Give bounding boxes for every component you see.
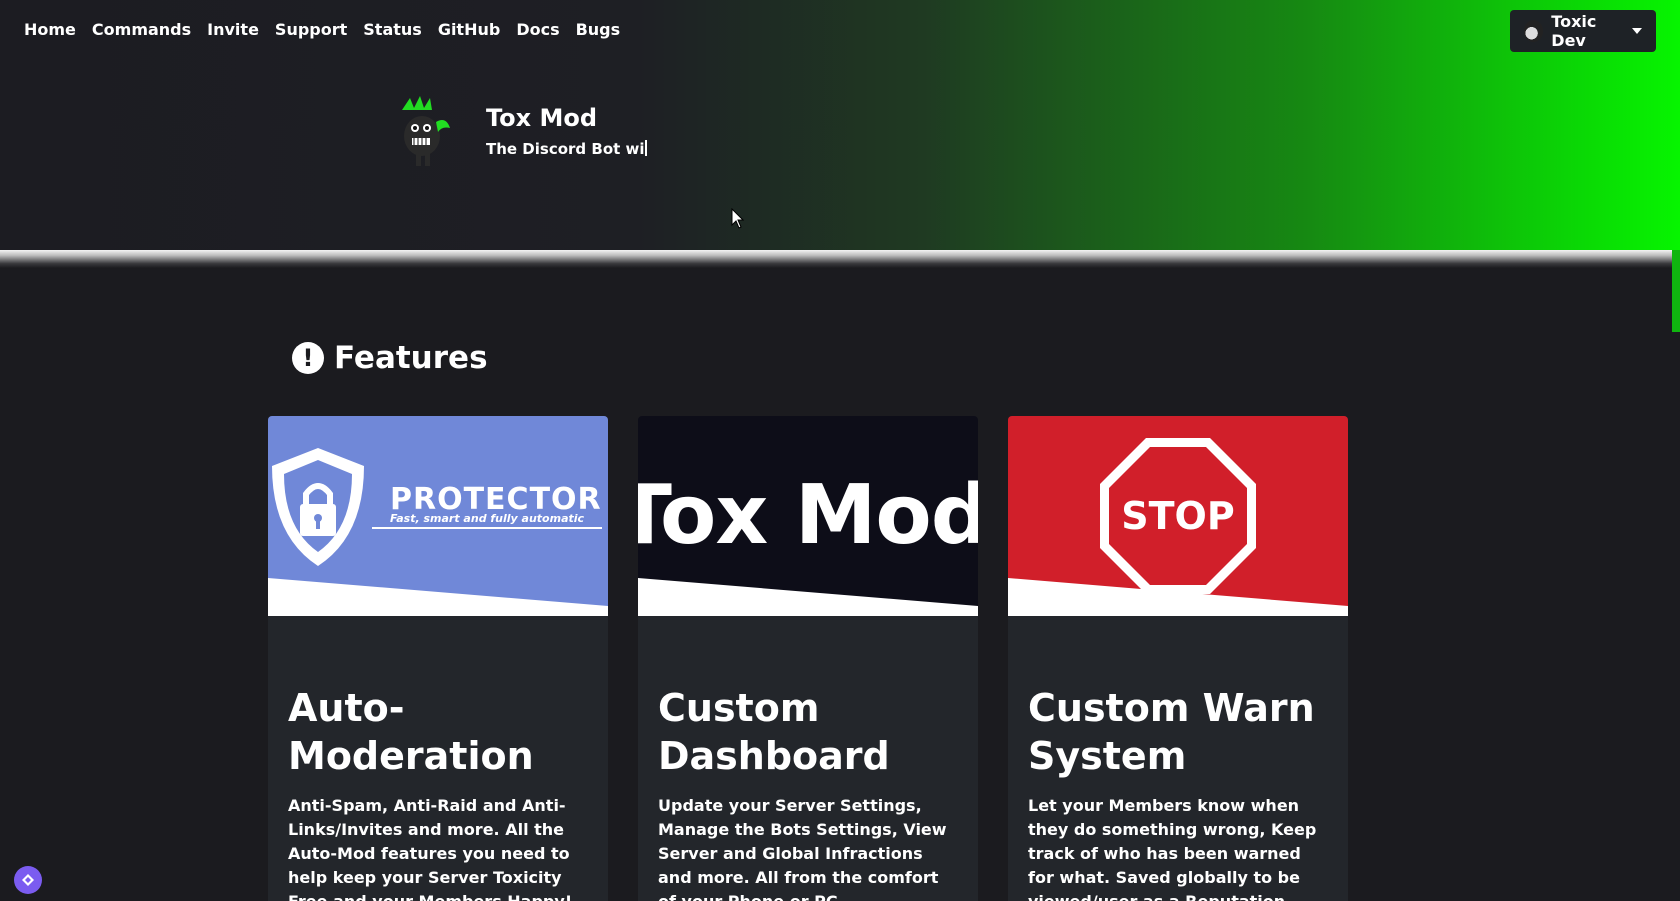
nav-invite[interactable]: Invite (207, 20, 259, 39)
stop-banner: STOP (1008, 416, 1348, 616)
features-title: Features (334, 340, 488, 376)
card-title: Custom Warn System (1028, 686, 1315, 778)
floating-action-button[interactable] (14, 866, 42, 894)
nav-github[interactable]: GitHub (438, 20, 501, 39)
typing-cursor (644, 140, 647, 156)
card-text: Let your Members know when they do somet… (1028, 796, 1317, 901)
bot-tagline: The Discord Bot wi (486, 140, 647, 158)
scrollbar-thumb[interactable] (1672, 250, 1680, 332)
hero-divider (0, 250, 1672, 268)
card-text: Anti-Spam, Anti-Raid and Anti-Links/Invi… (288, 796, 572, 901)
features-heading: ! Features (292, 340, 488, 376)
protector-banner: PROTECTOR Fast, smart and fully automati… (268, 416, 608, 616)
top-nav: Home Commands Invite Support Status GitH… (24, 20, 620, 39)
bot-header: Tox Mod The Discord Bot wi (392, 92, 647, 170)
stop-text: STOP (1121, 494, 1235, 538)
toxmod-image-title: Tox Mod (638, 468, 978, 563)
feature-card-warn: STOP Custom Warn System Let your Members… (1008, 416, 1348, 901)
protector-subtitle: Fast, smart and fully automatic (390, 512, 585, 525)
user-menu-button[interactable]: Toxic Dev (1510, 10, 1656, 52)
caret-down-icon (1632, 28, 1642, 34)
user-name: Toxic Dev (1551, 12, 1597, 50)
tagline-text: The Discord Bot wi (486, 140, 645, 158)
card-text: Update your Server Settings, Manage the … (658, 796, 947, 901)
bot-mascot-icon (402, 96, 450, 166)
bot-title: Tox Mod (486, 104, 598, 132)
mouse-pointer-icon (731, 208, 745, 229)
nav-home[interactable]: Home (24, 20, 76, 39)
card-title: Auto-Moderation (288, 686, 534, 778)
feature-card-dashboard: Tox Mod Custom Dashboard Update your Ser… (638, 416, 978, 901)
nav-docs[interactable]: Docs (516, 20, 559, 39)
avatar (1524, 20, 1544, 42)
scrollbar-track[interactable] (1672, 250, 1680, 901)
nav-bugs[interactable]: Bugs (576, 20, 621, 39)
exclamation-circle-icon: ! (292, 342, 324, 374)
feature-card-automod: PROTECTOR Fast, smart and fully automati… (268, 416, 608, 901)
diamond-icon (22, 874, 34, 886)
nav-support[interactable]: Support (275, 20, 347, 39)
card-title: Custom Dashboard (658, 686, 890, 778)
nav-commands[interactable]: Commands (92, 20, 191, 39)
nav-status[interactable]: Status (363, 20, 422, 39)
toxmod-banner: Tox Mod (638, 416, 978, 616)
